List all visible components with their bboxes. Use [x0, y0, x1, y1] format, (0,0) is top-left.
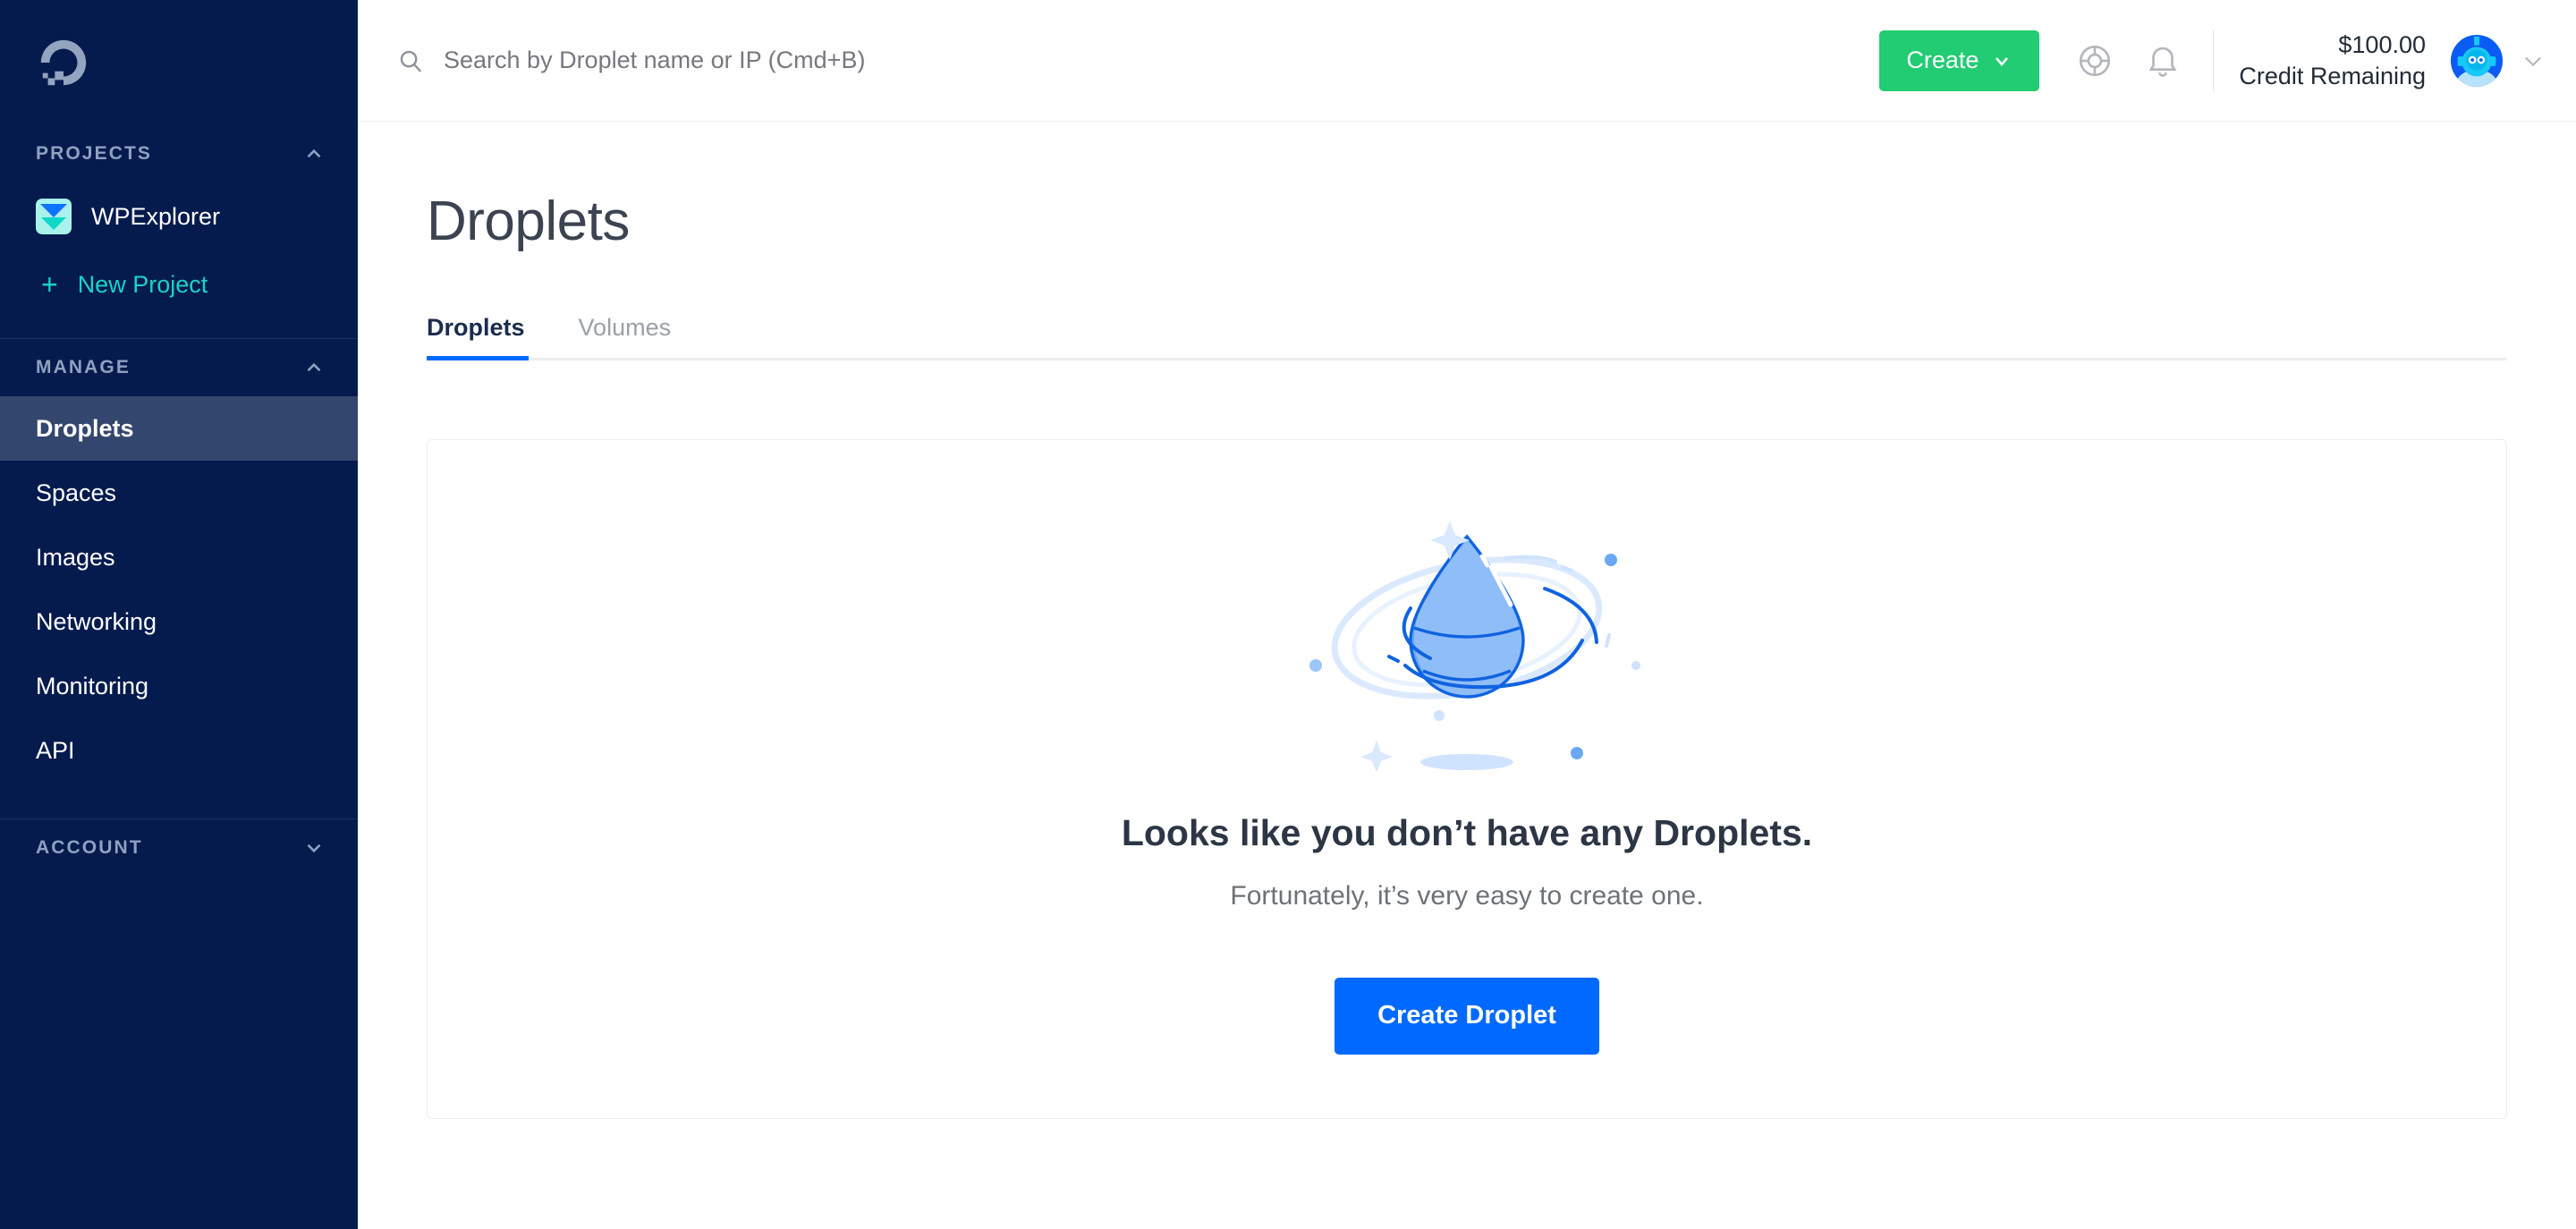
sidebar-item-droplets[interactable]: Droplets	[0, 396, 358, 461]
sidebar-item-spaces[interactable]: Spaces	[0, 461, 358, 525]
header-divider	[2213, 30, 2215, 91]
chevron-down-icon	[1996, 56, 2009, 66]
sidebar: PROJECTS WPExplorer + New Project MANAGE…	[0, 0, 358, 1229]
sidebar-item-images[interactable]: Images	[0, 525, 358, 589]
create-button[interactable]: Create	[1879, 30, 2040, 91]
header-right: Create $100.00 Credit Remaining	[1879, 27, 2546, 95]
sidebar-item-networking[interactable]: Networking	[0, 589, 358, 654]
content-area: Droplets Droplets Volumes Looks like you…	[358, 122, 2576, 1229]
sidebar-item-api[interactable]: API	[0, 718, 358, 783]
digitalocean-logo	[40, 39, 87, 86]
chevron-down-icon[interactable]	[2521, 48, 2546, 73]
notifications-button[interactable]	[2129, 27, 2197, 95]
tab-label: Volumes	[578, 314, 672, 341]
credit-info: $100.00 Credit Remaining	[2239, 30, 2426, 91]
tab-droplets[interactable]: Droplets	[427, 314, 554, 360]
tab-label: Droplets	[427, 314, 525, 341]
credit-amount: $100.00	[2338, 30, 2426, 58]
empty-state-card: Looks like you don’t have any Droplets. …	[427, 439, 2507, 1119]
lifesaver-icon	[2080, 45, 2111, 76]
support-button[interactable]	[2061, 27, 2129, 95]
sidebar-section-title: ACCOUNT	[36, 837, 143, 858]
create-droplet-button[interactable]: Create Droplet	[1335, 977, 1599, 1055]
empty-state-title: Looks like you don’t have any Droplets.	[1121, 811, 1813, 853]
tabs: Droplets Volumes	[427, 314, 2507, 360]
credit-label: Credit Remaining	[2239, 62, 2426, 89]
sidebar-item-label: Images	[36, 543, 115, 571]
logo-wrap[interactable]	[0, 0, 358, 125]
search-icon	[400, 50, 422, 72]
project-name: WPExplorer	[91, 202, 221, 230]
chevron-down-icon[interactable]	[302, 836, 326, 860]
robot-avatar[interactable]	[2449, 33, 2504, 89]
bell-icon	[2148, 47, 2177, 77]
sidebar-item-monitoring[interactable]: Monitoring	[0, 654, 358, 718]
chevron-up-icon[interactable]	[302, 356, 326, 379]
sidebar-section-title: PROJECTS	[36, 143, 152, 164]
sidebar-section-projects[interactable]: PROJECTS	[0, 125, 358, 182]
sidebar-section-manage[interactable]: MANAGE	[0, 339, 358, 396]
droplet-orbit-illustration	[1309, 520, 1640, 771]
search-input[interactable]	[444, 47, 1880, 74]
app-root: PROJECTS WPExplorer + New Project MANAGE…	[0, 0, 2576, 1229]
wpexplorer-icon	[36, 199, 72, 234]
empty-state-subtitle: Fortunately, it’s very easy to create on…	[1230, 880, 1704, 911]
plus-icon: +	[41, 268, 58, 301]
sidebar-item-wpexplorer[interactable]: WPExplorer	[0, 182, 358, 250]
sidebar-section-account[interactable]: ACCOUNT	[0, 819, 358, 877]
search-area	[397, 47, 1880, 74]
top-header: Create	[358, 0, 2576, 122]
create-button-label: Create	[1906, 47, 1979, 73]
sidebar-item-label: Networking	[36, 607, 157, 635]
tab-volumes[interactable]: Volumes	[579, 314, 700, 358]
sidebar-item-label: Spaces	[36, 479, 117, 506]
page-title: Droplets	[427, 191, 630, 252]
sidebar-item-label: API	[36, 736, 75, 764]
sidebar-section-title: MANAGE	[36, 357, 131, 377]
sidebar-item-label: Monitoring	[36, 672, 149, 699]
chevron-up-icon[interactable]	[302, 142, 326, 165]
main-area: Create	[358, 0, 2576, 1229]
sidebar-item-label: Droplets	[36, 414, 134, 442]
new-project-button[interactable]: + New Project	[0, 250, 358, 318]
new-project-label: New Project	[77, 270, 208, 298]
